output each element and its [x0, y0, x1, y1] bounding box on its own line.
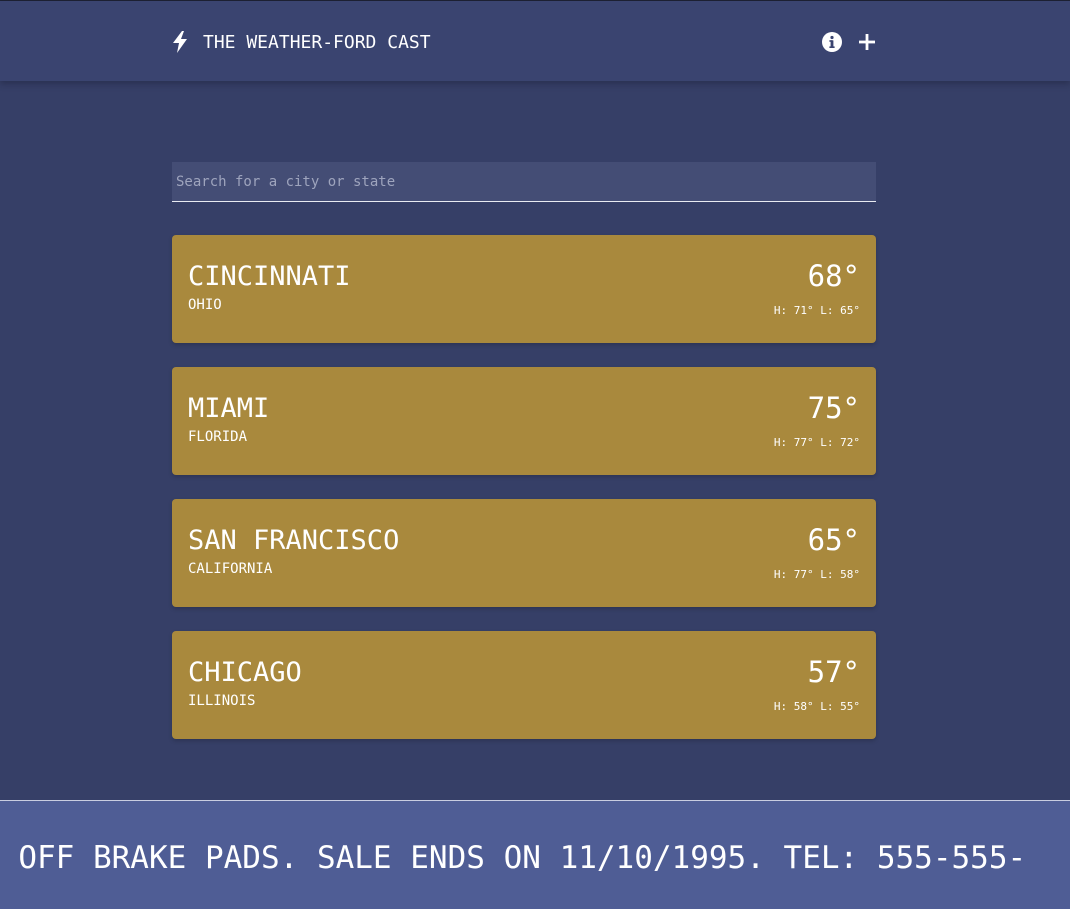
city-card-list: CINCINNATI OHIO 68° H: 71° L: 65° MIAMI …	[172, 235, 876, 763]
state-name: OHIO	[188, 297, 222, 313]
state-name: FLORIDA	[188, 429, 248, 445]
ticker-text: % OFF BRAKE PADS. SALE ENDS ON 11/10/199…	[0, 840, 1027, 876]
app-title: THE WEATHER-FORD CAST	[203, 31, 431, 53]
high-low-temperature: H: 58° L: 55°	[773, 700, 860, 713]
info-icon[interactable]	[821, 31, 843, 53]
city-card-cincinnati[interactable]: CINCINNATI OHIO 68° H: 71° L: 65°	[172, 235, 876, 343]
current-temperature: 75°	[807, 391, 860, 425]
city-name: SAN FRANCISCO	[188, 525, 400, 556]
state-name: ILLINOIS	[188, 693, 256, 709]
city-name: MIAMI	[188, 393, 270, 424]
high-low-temperature: H: 77° L: 72°	[773, 436, 860, 449]
lightning-bolt-icon	[171, 31, 189, 53]
city-card-miami[interactable]: MIAMI FLORIDA 75° H: 77° L: 72°	[172, 367, 876, 475]
brand: THE WEATHER-FORD CAST	[171, 30, 431, 54]
state-name: CALIFORNIA	[188, 561, 273, 577]
current-temperature: 65°	[807, 523, 860, 557]
high-low-temperature: H: 77° L: 58°	[773, 568, 860, 581]
city-card-chicago[interactable]: CHICAGO ILLINOIS 57° H: 58° L: 55°	[172, 631, 876, 739]
current-temperature: 68°	[807, 259, 860, 293]
add-city-plus-icon[interactable]	[857, 32, 877, 52]
city-name: CINCINNATI	[188, 261, 351, 292]
high-low-temperature: H: 71° L: 65°	[773, 304, 860, 317]
header-actions	[821, 30, 877, 54]
current-temperature: 57°	[807, 655, 860, 689]
search-container	[172, 162, 876, 202]
city-card-san-francisco[interactable]: SAN FRANCISCO CALIFORNIA 65° H: 77° L: 5…	[172, 499, 876, 607]
city-name: CHICAGO	[188, 657, 302, 688]
ad-ticker-banner: % OFF BRAKE PADS. SALE ENDS ON 11/10/199…	[0, 800, 1070, 909]
app-header: THE WEATHER-FORD CAST	[0, 1, 1070, 81]
search-input[interactable]	[172, 162, 876, 202]
